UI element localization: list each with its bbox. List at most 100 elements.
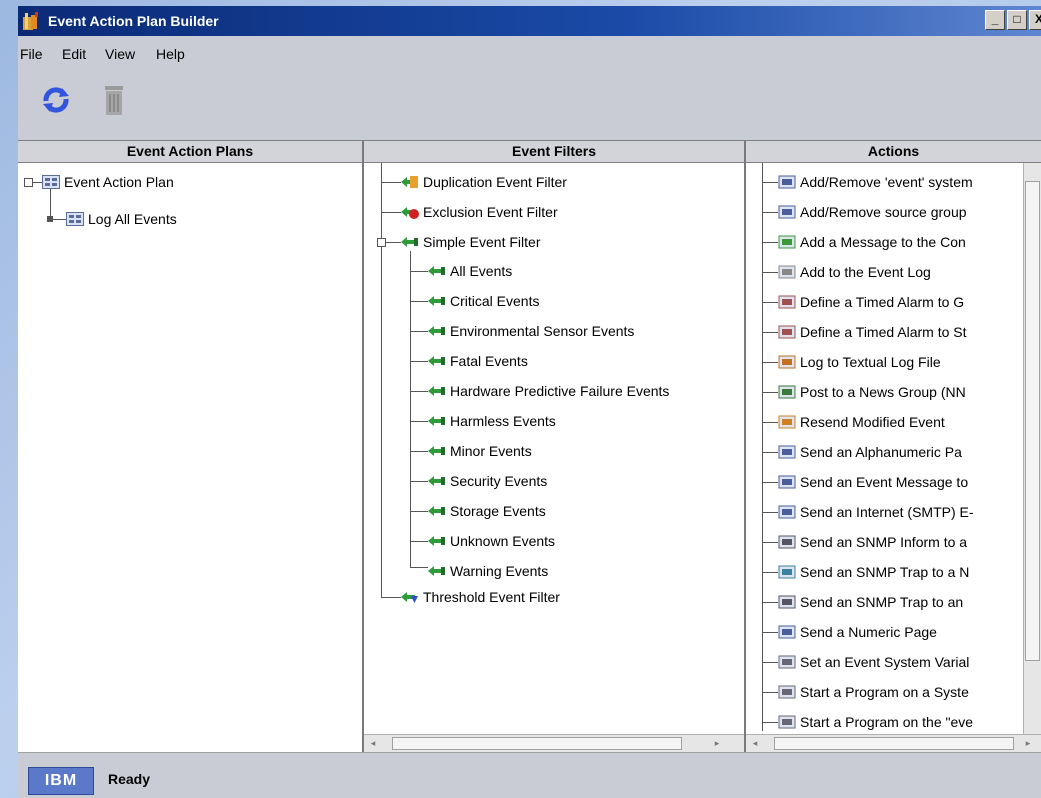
simple-filter-icon — [428, 386, 445, 396]
action-label: Define a Timed Alarm to St — [800, 324, 967, 340]
maximize-button[interactable]: □ — [1007, 10, 1027, 30]
action-item[interactable]: Add to the Event Log — [778, 261, 931, 283]
filter-item[interactable]: Simple Event Filter — [401, 231, 540, 253]
action-label: Log to Textual Log File — [800, 354, 941, 370]
action-label: Send an Alphanumeric Pa — [800, 444, 962, 460]
filter-child-item[interactable]: Fatal Events — [428, 350, 528, 372]
menu-edit[interactable]: Edit — [62, 46, 86, 62]
action-label: Send an SNMP Inform to a — [800, 534, 968, 550]
action-icon — [778, 595, 796, 609]
expand-toggle[interactable] — [377, 238, 386, 247]
actions-tree: Add/Remove 'event' system Add/Remove sour… — [746, 163, 1041, 753]
action-item[interactable]: Start a Program on the "eve — [778, 711, 973, 733]
filters-tree: Duplication Event Filter Exclusion Event… — [364, 163, 744, 753]
simple-filter-icon — [428, 326, 445, 336]
action-icon — [778, 535, 796, 549]
filter-child-item[interactable]: Minor Events — [428, 440, 532, 462]
action-item[interactable]: Send an Internet (SMTP) E- — [778, 501, 974, 523]
title-bar[interactable]: Event Action Plan Builder _ □ X — [18, 6, 1041, 36]
action-item[interactable]: Resend Modified Event — [778, 411, 945, 433]
action-label: Send an SNMP Trap to a N — [800, 564, 970, 580]
tree-label: Log All Events — [88, 211, 177, 227]
action-item[interactable]: Start a Program on a Syste — [778, 681, 969, 703]
action-item[interactable]: Send an Alphanumeric Pa — [778, 441, 962, 463]
action-label: Resend Modified Event — [800, 414, 945, 430]
minimize-button[interactable]: _ — [985, 10, 1005, 30]
menu-file[interactable]: File — [20, 46, 43, 62]
action-icon — [778, 475, 796, 489]
action-icon — [778, 565, 796, 579]
filter-child-item[interactable]: Hardware Predictive Failure Events — [428, 380, 669, 402]
scroll-thumb[interactable] — [1025, 181, 1040, 661]
action-item[interactable]: Send an SNMP Inform to a — [778, 531, 967, 553]
action-item[interactable]: Add a Message to the Con — [778, 231, 966, 253]
filter-child-item[interactable]: Warning Events — [428, 560, 548, 582]
action-item[interactable]: Send an SNMP Trap to a N — [778, 561, 969, 583]
action-item[interactable]: Define a Timed Alarm to G — [778, 291, 964, 313]
filter-item[interactable]: Exclusion Event Filter — [401, 201, 558, 223]
scroll-thumb[interactable] — [392, 737, 682, 750]
scroll-left-arrow[interactable]: ◂ — [750, 737, 760, 750]
action-icon — [778, 445, 796, 459]
filter-child-item[interactable]: Security Events — [428, 470, 547, 492]
filters-hscrollbar[interactable]: ◂ ▸ — [364, 734, 744, 753]
editor-panes: Event Action Plans Event Action Plan Log… — [18, 140, 1041, 753]
menu-help[interactable]: Help — [156, 46, 185, 62]
duplication-filter-icon — [401, 176, 418, 188]
scroll-left-arrow[interactable]: ◂ — [368, 737, 378, 750]
actions-vscrollbar[interactable] — [1023, 163, 1041, 735]
tree-item-event-action-plan[interactable]: Event Action Plan — [42, 171, 174, 193]
filter-child-item[interactable]: Environmental Sensor Events — [428, 320, 634, 342]
simple-filter-icon — [428, 446, 445, 456]
scroll-right-arrow[interactable]: ▸ — [1023, 737, 1033, 750]
action-item[interactable]: Send an Event Message to — [778, 471, 968, 493]
action-icon — [778, 235, 796, 249]
scroll-thumb[interactable] — [774, 737, 1014, 750]
filter-child-item[interactable]: Critical Events — [428, 290, 539, 312]
filter-child-item[interactable]: Unknown Events — [428, 530, 555, 552]
action-icon — [778, 715, 796, 729]
filter-child-item[interactable]: All Events — [428, 260, 512, 282]
action-icon — [778, 175, 796, 189]
action-label: Define a Timed Alarm to G — [800, 294, 965, 310]
action-item[interactable]: Send a Numeric Page — [778, 621, 937, 643]
filter-child-item[interactable]: Storage Events — [428, 500, 546, 522]
action-item[interactable]: Add/Remove source group — [778, 201, 967, 223]
action-label: Add a Message to the Con — [800, 234, 966, 250]
tree-item-log-all-events[interactable]: Log All Events — [66, 208, 177, 230]
window-title: Event Action Plan Builder — [48, 13, 219, 29]
action-item[interactable]: Log to Textual Log File — [778, 351, 941, 373]
scroll-right-arrow[interactable]: ▸ — [712, 737, 722, 750]
menu-view[interactable]: View — [105, 46, 135, 62]
close-button[interactable]: X — [1029, 10, 1041, 30]
tree-label: Event Action Plan — [64, 174, 174, 190]
action-label: Send an Event Message to — [800, 474, 969, 490]
action-item[interactable]: Define a Timed Alarm to St — [778, 321, 967, 343]
app-window: Event Action Plan Builder _ □ X File Edi… — [18, 6, 1041, 798]
action-label: Add/Remove 'event' system — [800, 174, 973, 190]
action-label: Add to the Event Log — [800, 264, 931, 280]
plans-pane: Event Action Plans Event Action Plan Log… — [18, 141, 364, 753]
action-item[interactable]: Set an Event System Varial — [778, 651, 969, 673]
status-bar: IBM Ready — [18, 752, 1041, 798]
refresh-icon[interactable] — [40, 82, 72, 118]
collapse-toggle[interactable] — [24, 178, 33, 187]
action-item[interactable]: Send an SNMP Trap to an — [778, 591, 963, 613]
simple-filter-icon — [428, 266, 445, 276]
action-label: Start a Program on a Syste — [800, 684, 969, 700]
actions-pane: Actions Add/Remove 'event' system Add/Rem… — [746, 141, 1041, 753]
filter-child-item[interactable]: Harmless Events — [428, 410, 556, 432]
actions-header: Actions — [746, 141, 1041, 163]
filter-item[interactable]: Duplication Event Filter — [401, 171, 567, 193]
action-item[interactable]: Post to a News Group (NN — [778, 381, 966, 403]
action-label: Set an Event System Varial — [800, 654, 970, 670]
ibm-logo: IBM — [28, 767, 94, 795]
actions-hscrollbar[interactable]: ◂ ▸ — [746, 734, 1041, 753]
action-label: Add/Remove source group — [800, 204, 967, 220]
action-icon — [778, 415, 796, 429]
filter-item[interactable]: Threshold Event Filter — [401, 586, 560, 608]
action-item[interactable]: Add/Remove 'event' system — [778, 171, 973, 193]
trash-icon[interactable] — [98, 82, 130, 118]
action-icon — [778, 265, 796, 279]
filters-pane: Event Filters Duplication Event Filter E… — [364, 141, 746, 753]
